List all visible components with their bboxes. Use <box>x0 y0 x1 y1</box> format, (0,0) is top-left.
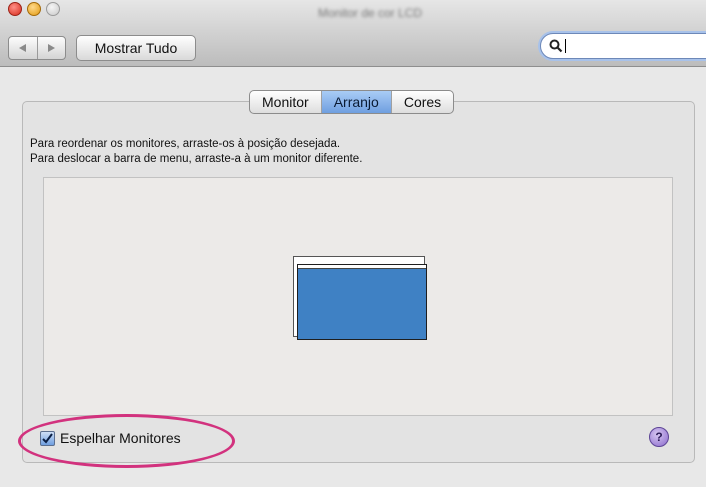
help-button[interactable]: ? <box>649 427 669 447</box>
window-title: Monitor de cor LCD <box>317 6 423 20</box>
back-arrow-icon <box>18 44 26 52</box>
back-forward-control <box>8 36 66 60</box>
zoom-button[interactable] <box>46 2 60 16</box>
instruction-line-1: Para reordenar os monitores, arraste-os … <box>30 138 341 150</box>
tab-bar: Monitor Arranjo Cores <box>249 90 455 114</box>
system-preferences-window: Monitor de cor LCD Mostrar Tudo Monitor <box>0 0 706 487</box>
tab-monitor[interactable]: Monitor <box>250 91 321 113</box>
search-input[interactable] <box>568 37 692 55</box>
show-all-button[interactable]: Mostrar Tudo <box>76 35 196 61</box>
forward-arrow-icon <box>48 44 56 52</box>
close-button[interactable] <box>8 2 22 16</box>
title-toolbar: Monitor de cor LCD Mostrar Tudo <box>0 0 706 67</box>
display-thumbnail[interactable] <box>297 264 427 340</box>
search-icon <box>547 38 565 54</box>
annotation-highlight-ellipse <box>18 414 235 468</box>
text-cursor <box>565 39 566 53</box>
back-button[interactable] <box>9 37 37 59</box>
instructions: Para reordenar os monitores, arraste-os … <box>30 137 362 167</box>
instruction-line-2: Para deslocar a barra de menu, arraste-a… <box>30 153 363 165</box>
forward-button[interactable] <box>36 37 66 59</box>
tab-arranjo[interactable]: Arranjo <box>320 91 391 113</box>
minimize-button[interactable] <box>27 2 41 16</box>
search-field[interactable] <box>540 33 706 59</box>
menu-bar-indicator[interactable] <box>298 265 426 269</box>
tab-cores[interactable]: Cores <box>390 91 453 113</box>
